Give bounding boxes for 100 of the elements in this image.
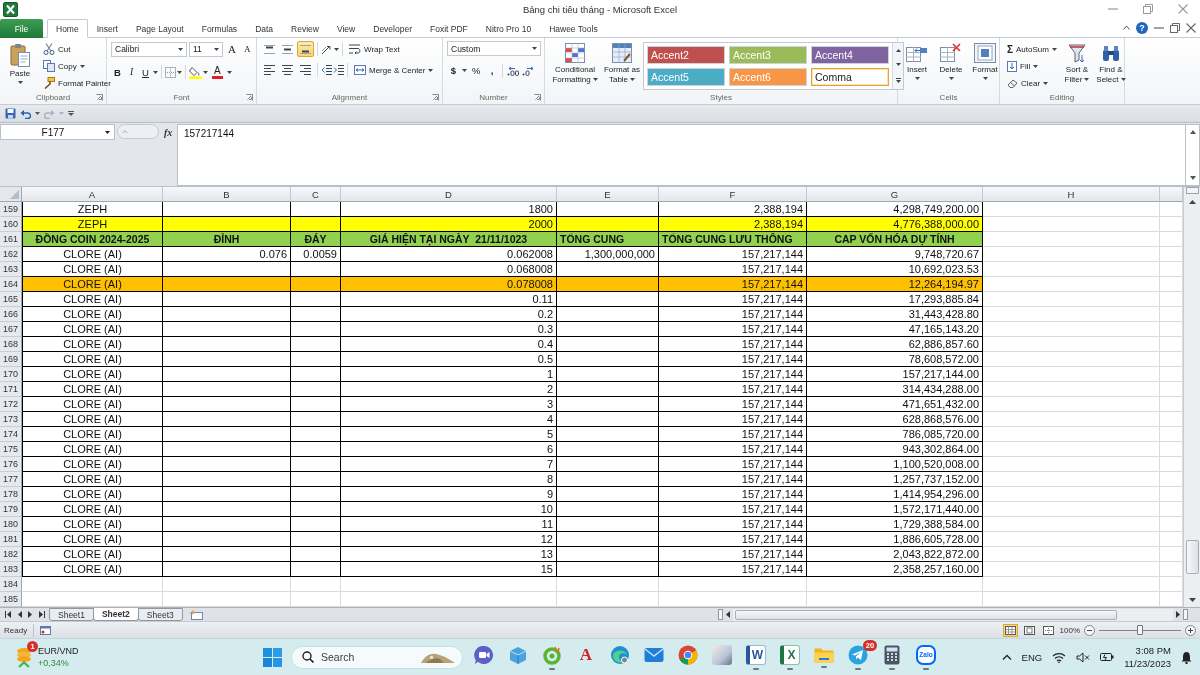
arrow-right-icon[interactable] — [1176, 611, 1180, 618]
folder-icon[interactable] — [814, 646, 834, 663]
arrow-up-icon[interactable] — [895, 48, 901, 52]
scrollbar-thumb[interactable] — [735, 609, 1117, 620]
row-number[interactable]: 181 — [0, 532, 22, 547]
minus-icon[interactable] — [1084, 624, 1095, 636]
row-number[interactable]: 172 — [0, 397, 22, 412]
row-number[interactable]: 161 — [0, 232, 22, 247]
caret-icon[interactable] — [1084, 78, 1090, 82]
ribbon-tab[interactable]: Review — [282, 19, 328, 38]
grip-handle-icon[interactable] — [117, 124, 159, 139]
row-number[interactable]: 168 — [0, 337, 22, 352]
row-number[interactable]: 164 — [0, 277, 22, 292]
restore-icon[interactable] — [1143, 4, 1153, 14]
format-as-table-button[interactable]: Format as Table — [602, 41, 642, 91]
clock-time[interactable]: 3:08 PM — [1135, 644, 1171, 657]
cell-style-swatch[interactable]: Accent2 — [647, 46, 725, 64]
copy-icon[interactable] — [43, 60, 55, 72]
caret-icon[interactable] — [153, 70, 158, 74]
row-number[interactable]: 183 — [0, 562, 22, 577]
close-icon[interactable] — [1186, 22, 1196, 33]
help-button[interactable]: ? — [1136, 21, 1148, 34]
caret-icon[interactable] — [1051, 47, 1057, 51]
scrollbar-thumb[interactable] — [1185, 540, 1199, 574]
down-arrow-box-icon[interactable] — [1007, 60, 1017, 72]
row-number[interactable]: 176 — [0, 457, 22, 472]
grid-cross-icon[interactable] — [940, 43, 962, 63]
row-number[interactable]: 185 — [0, 592, 22, 607]
calculator-icon[interactable] — [884, 644, 900, 665]
document-letter-icon[interactable]: W — [746, 644, 766, 665]
tricolor-circle-icon[interactable] — [678, 644, 698, 665]
caret-icon[interactable] — [17, 81, 23, 84]
cube-icon[interactable] — [508, 644, 528, 665]
bell-icon[interactable] — [1181, 650, 1192, 664]
format-painter-button[interactable]: Format Painter — [40, 75, 114, 91]
search-field[interactable]: Search — [321, 650, 413, 664]
column-header[interactable]: C — [291, 187, 341, 202]
swirl-circle-icon[interactable] — [610, 644, 630, 665]
italic-button[interactable]: I — [125, 64, 138, 80]
arrow-up-icon[interactable] — [1188, 199, 1196, 204]
row-number[interactable]: 174 — [0, 427, 22, 442]
scissors-icon[interactable] — [43, 43, 55, 55]
row-number[interactable]: 160 — [0, 217, 22, 232]
caret-icon[interactable] — [203, 70, 208, 74]
font-size-field[interactable]: 11 — [189, 41, 223, 57]
row-number[interactable]: 169 — [0, 352, 22, 367]
sheet-tab[interactable]: Sheet2 — [92, 608, 139, 621]
ribbon-tab[interactable]: Insert — [87, 19, 127, 38]
formula-input[interactable]: 157217144 — [177, 124, 1186, 186]
caret-icon[interactable] — [592, 78, 598, 82]
ribbon-tab[interactable]: Data — [246, 19, 283, 38]
caret-icon[interactable] — [982, 77, 988, 80]
cells-button[interactable]: Format — [970, 41, 1000, 91]
cell-style-swatch[interactable]: Comma — [811, 68, 889, 86]
find-select-button[interactable]: Find & Select — [1093, 41, 1128, 91]
ribbon-tab[interactable]: View — [327, 19, 365, 38]
plus-icon[interactable] — [1185, 624, 1196, 636]
column-header[interactable]: D — [341, 187, 557, 202]
paper-plane-icon[interactable] — [848, 644, 868, 665]
ribbon-tab[interactable]: Hawee Tools — [540, 19, 607, 38]
sheet-tab[interactable]: Sheet1 — [49, 608, 94, 621]
customize-caret-icon[interactable] — [68, 111, 74, 116]
colored-grid-icon[interactable] — [565, 43, 585, 63]
wrap-text-button[interactable]: Wrap Text — [346, 41, 403, 57]
document-letter-icon[interactable]: X — [780, 644, 800, 665]
arrow-down-icon[interactable] — [1188, 597, 1196, 602]
ring-icon[interactable] — [542, 644, 562, 665]
caret-icon[interactable] — [1033, 64, 1039, 68]
restore-icon[interactable] — [1170, 22, 1180, 33]
row-number[interactable]: 165 — [0, 292, 22, 307]
caret-icon[interactable] — [948, 77, 954, 80]
column-header[interactable]: A — [22, 187, 163, 202]
chevron-up-icon[interactable] — [1001, 654, 1012, 660]
insert-function-button[interactable]: fx — [161, 124, 176, 140]
fill-button[interactable]: Fill — [1004, 58, 1060, 74]
undo-icon[interactable] — [20, 108, 31, 119]
caret-icon[interactable] — [177, 70, 182, 74]
coin-stack-icon[interactable] — [16, 646, 32, 668]
ribbon-tab[interactable]: Page Layout — [126, 19, 193, 38]
caret-icon[interactable] — [226, 70, 232, 74]
search-bar[interactable]: Search — [291, 645, 463, 669]
ribbon-tab[interactable]: Home — [47, 19, 88, 38]
eraser-icon[interactable] — [1007, 78, 1018, 88]
zoom-level[interactable]: 100% — [1059, 625, 1080, 635]
merge-center-button[interactable]: Merge & Center — [351, 62, 437, 78]
column-header[interactable]: G — [807, 187, 983, 202]
caret-icon[interactable] — [532, 47, 537, 50]
search-icon[interactable] — [302, 651, 314, 663]
table-grid-icon[interactable] — [612, 43, 632, 63]
underline-button[interactable]: U — [139, 64, 152, 80]
arrow-down-icon[interactable] — [895, 63, 901, 67]
cells-button[interactable]: Delete — [936, 41, 966, 91]
row-number[interactable]: 162 — [0, 247, 22, 262]
autosum-button[interactable]: Σ AutoSum — [1004, 41, 1060, 57]
language-indicator[interactable]: ENG — [1021, 651, 1043, 663]
column-header[interactable]: H — [983, 187, 1160, 202]
save-icon[interactable] — [5, 108, 16, 119]
arrow-right-icon[interactable] — [28, 611, 33, 618]
first-sheet-arrow-icon[interactable] — [5, 611, 12, 618]
row-number[interactable]: 170 — [0, 367, 22, 382]
